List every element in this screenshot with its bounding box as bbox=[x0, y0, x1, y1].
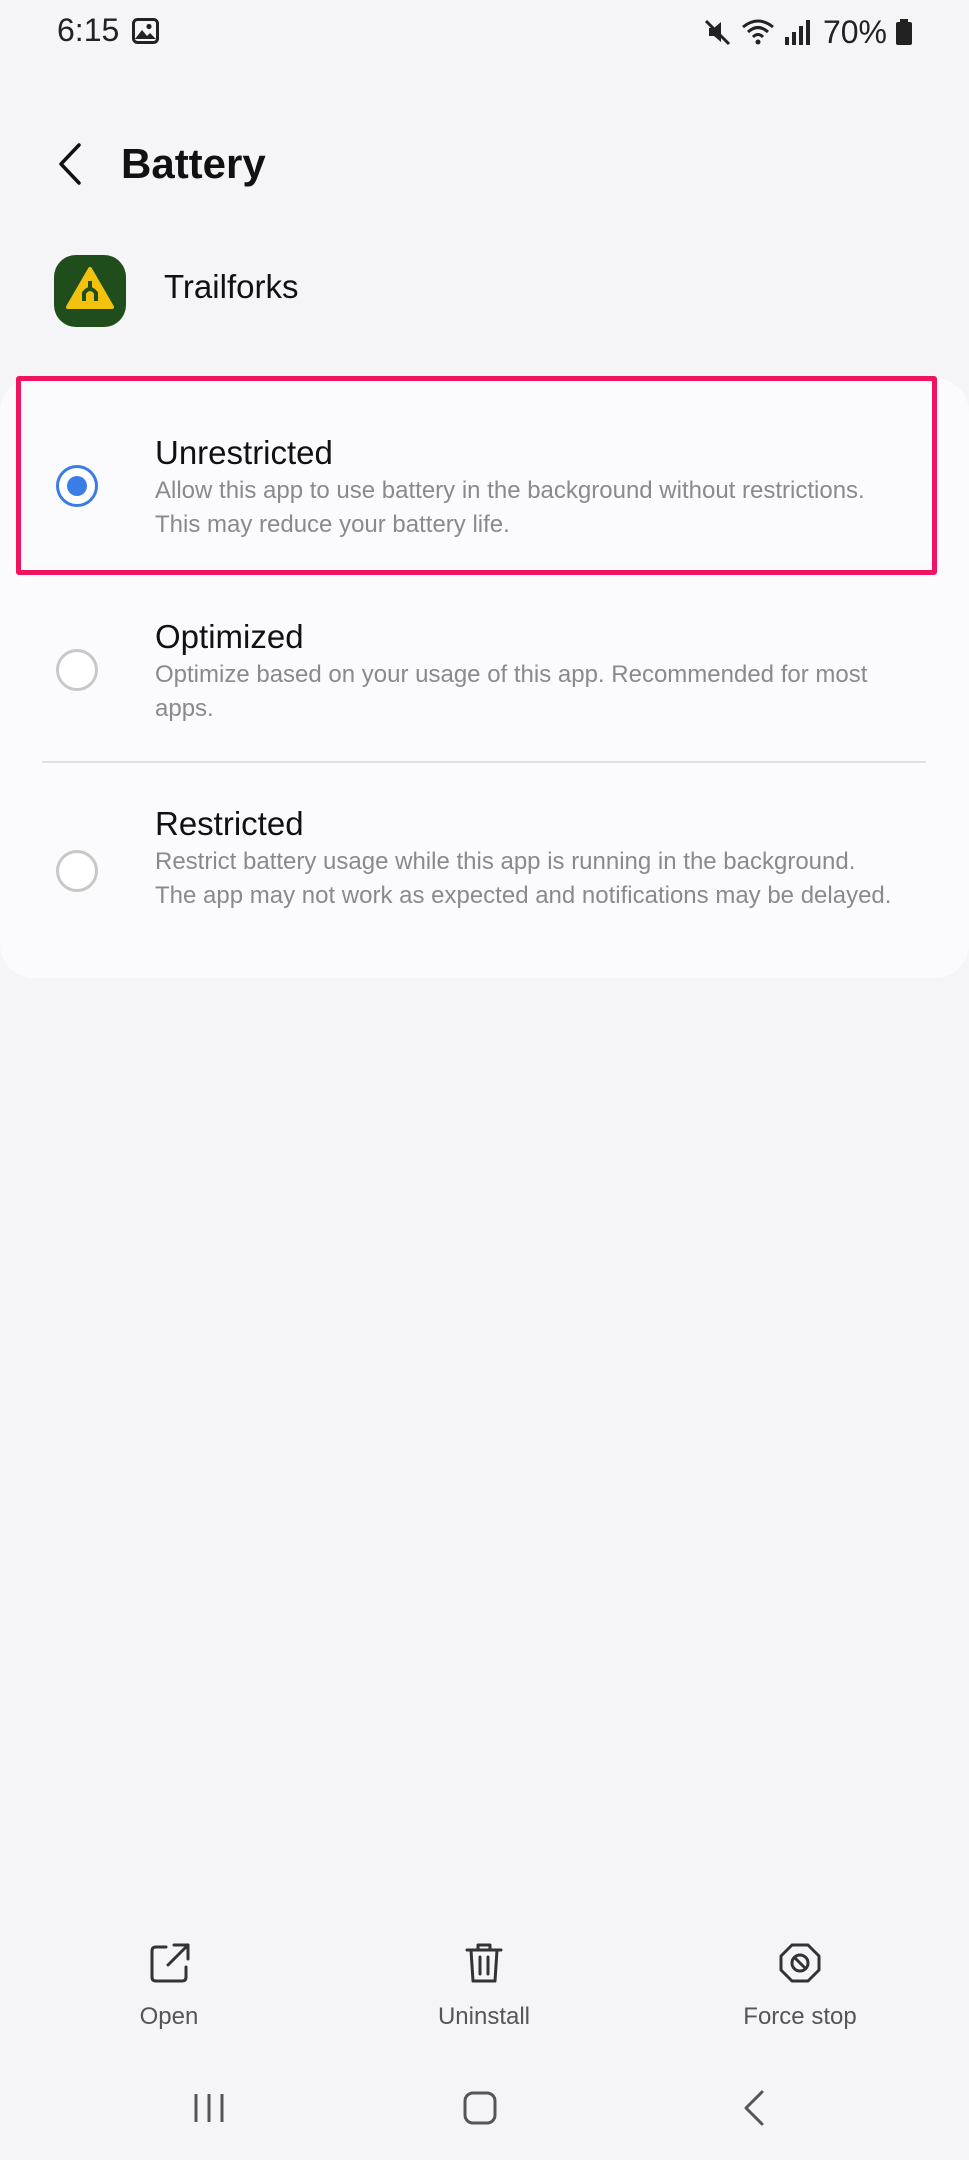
force-stop-button[interactable]: Force stop bbox=[700, 1935, 900, 2045]
mute-icon bbox=[704, 19, 731, 46]
navigation-bar bbox=[0, 2070, 969, 2160]
radio-restricted[interactable] bbox=[56, 850, 98, 892]
home-icon bbox=[463, 2091, 497, 2125]
status-icons: 70% bbox=[703, 12, 913, 52]
recents-button[interactable] bbox=[180, 2084, 240, 2132]
force-stop-icon bbox=[779, 1943, 821, 1983]
gallery-icon bbox=[132, 18, 159, 44]
uninstall-label: Uninstall bbox=[437, 2003, 531, 2030]
uninstall-button[interactable]: Uninstall bbox=[384, 1935, 584, 2045]
option-description: Allow this app to use battery in the bac… bbox=[155, 477, 865, 538]
radio-unrestricted[interactable] bbox=[56, 465, 98, 507]
battery-percent: 70% bbox=[822, 13, 887, 50]
battery-options-card: Unrestricted Allow this app to use batte… bbox=[0, 378, 969, 978]
option-optimized[interactable]: Optimized Optimize based on your usage o… bbox=[0, 575, 969, 761]
back-icon bbox=[744, 2090, 764, 2126]
open-button[interactable]: Open bbox=[69, 1935, 269, 2045]
radio-optimized[interactable] bbox=[56, 649, 98, 691]
header: Battery bbox=[0, 120, 969, 210]
signal-icon bbox=[784, 20, 810, 45]
recents-icon bbox=[194, 2094, 224, 2122]
bottom-actions: Open Uninstall Force stop bbox=[0, 1935, 969, 2045]
option-title: Restricted bbox=[155, 805, 304, 842]
force-stop-label: Force stop bbox=[743, 2003, 857, 2030]
battery-icon bbox=[896, 19, 912, 45]
open-external-icon bbox=[150, 1943, 190, 1983]
page-title: Battery bbox=[121, 140, 266, 187]
option-unrestricted[interactable]: Unrestricted Allow this app to use batte… bbox=[0, 378, 969, 575]
open-label: Open bbox=[139, 2003, 199, 2030]
back-button[interactable] bbox=[44, 136, 96, 192]
back-arrow-icon bbox=[59, 143, 81, 185]
option-description: Optimize based on your usage of this app… bbox=[155, 661, 868, 722]
app-info-row: Trailforks bbox=[0, 250, 969, 330]
home-button[interactable] bbox=[450, 2084, 510, 2132]
nav-back-button[interactable] bbox=[724, 2084, 784, 2132]
option-restricted[interactable]: Restricted Restrict battery usage while … bbox=[0, 763, 969, 978]
trash-icon bbox=[465, 1943, 503, 1983]
wifi-icon bbox=[742, 19, 774, 45]
option-title: Unrestricted bbox=[155, 434, 333, 471]
status-bar: 6:15 70% bbox=[0, 0, 969, 66]
status-time: 6:15 bbox=[57, 12, 120, 48]
option-description: Restrict battery usage while this app is… bbox=[155, 848, 892, 909]
option-title: Optimized bbox=[155, 618, 304, 655]
app-name: Trailforks bbox=[164, 268, 299, 305]
trailforks-app-icon bbox=[54, 255, 126, 327]
